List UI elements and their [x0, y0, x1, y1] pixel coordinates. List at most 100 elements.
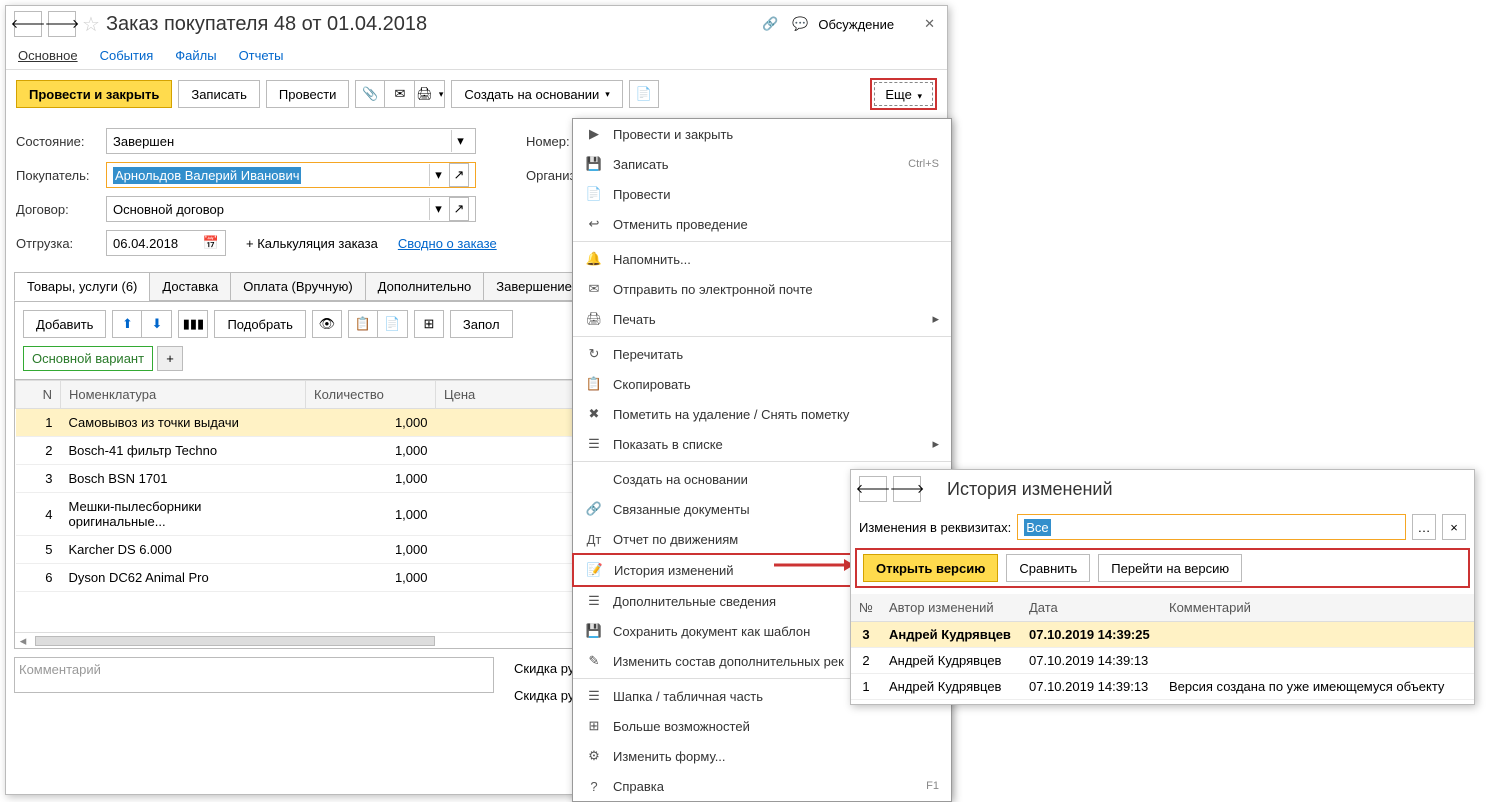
menu-icon: ✉ [585, 281, 603, 297]
buyer-input[interactable]: Арнольдов Валерий Иванович ▾ ↗ [106, 162, 476, 188]
menu-icon: ⚙ [585, 748, 603, 764]
stab-delivery[interactable]: Доставка [149, 272, 231, 301]
variant-button[interactable]: Основной вариант [23, 346, 153, 371]
move-up-button[interactable]: ⬆ [112, 310, 142, 338]
col-qty[interactable]: Количество [306, 381, 436, 409]
open-version-button[interactable]: Открыть версию [863, 554, 998, 582]
menu-item[interactable]: ↻Перечитать [573, 339, 951, 369]
hcol-date[interactable]: Дата [1021, 594, 1161, 622]
history-row[interactable]: 2Андрей Кудрявцев07.10.2019 14:39:13 [851, 648, 1474, 674]
menu-icon: ✎ [585, 653, 603, 669]
history-actions-highlight: Открыть версию Сравнить Перейти на верси… [855, 548, 1470, 588]
menu-icon: 💾 [585, 156, 603, 172]
menu-item[interactable]: 🖨Печать▸ [573, 304, 951, 334]
history-panel: 🡐 🡒 История изменений Изменения в реквиз… [850, 469, 1475, 705]
history-row[interactable]: 1Андрей Кудрявцев07.10.2019 14:39:13Верс… [851, 674, 1474, 700]
menu-item[interactable]: ☰Показать в списке▸ [573, 429, 951, 459]
menu-icon: ⊞ [585, 718, 603, 734]
col-name[interactable]: Номенклатура [61, 381, 306, 409]
add-variant-button[interactable]: + [157, 346, 183, 371]
save-button[interactable]: Записать [178, 80, 260, 108]
menu-icon: 🔗 [585, 501, 603, 517]
menu-item[interactable]: ⊞Больше возможностей [573, 711, 951, 741]
clip-button[interactable]: 📎 [355, 80, 385, 108]
stab-payment[interactable]: Оплата (Вручную) [230, 272, 365, 301]
doc-button[interactable]: 📄 [629, 80, 659, 108]
create-based-button[interactable]: Создать на основании▾ [451, 80, 622, 108]
link-icon[interactable]: 🔗 [758, 12, 782, 36]
calendar-icon[interactable]: 📅 [203, 235, 219, 251]
action-bar: Провести и закрыть Записать Провести 📎 ✉… [6, 70, 947, 118]
menu-item[interactable]: ▶Провести и закрыть [573, 119, 951, 149]
comment-input[interactable]: Комментарий [14, 657, 494, 693]
menu-item[interactable]: ⚙Изменить форму... [573, 741, 951, 771]
move-down-button[interactable]: ⬇ [142, 310, 172, 338]
post-close-button[interactable]: Провести и закрыть [16, 80, 172, 108]
stab-goods[interactable]: Товары, услуги (6) [14, 272, 150, 301]
nav-back-button[interactable]: 🡐 [14, 11, 42, 37]
menu-icon: ✖ [585, 406, 603, 422]
post-button[interactable]: Провести [266, 80, 350, 108]
filter-clear-button[interactable]: × [1442, 514, 1466, 540]
close-icon[interactable]: ✕ [920, 12, 939, 36]
number-label: Номер: [526, 134, 570, 149]
state-input[interactable]: Завершен▾ [106, 128, 476, 154]
star-icon[interactable]: ☆ [82, 12, 100, 37]
fill-button[interactable]: Запол [450, 310, 513, 338]
menu-item[interactable]: ✖Пометить на удаление / Снять пометку [573, 399, 951, 429]
grid-button[interactable]: ⊞ [414, 310, 444, 338]
nav-forward-button[interactable]: 🡒 [48, 11, 76, 37]
chevron-down-icon[interactable]: ▾ [451, 130, 469, 152]
compare-button[interactable]: Сравнить [1006, 554, 1090, 582]
paste-button[interactable]: 📄 [378, 310, 408, 338]
mail-button[interactable]: ✉ [385, 80, 415, 108]
col-n[interactable]: N [16, 381, 61, 409]
filter-input[interactable]: Все [1017, 514, 1406, 540]
chevron-down-icon[interactable]: ▾ [429, 198, 447, 220]
add-button[interactable]: Добавить [23, 310, 106, 338]
menu-item[interactable]: ?СправкаF1 [573, 771, 951, 801]
buyer-label: Покупатель: [16, 168, 96, 183]
nav-back-button[interactable]: 🡐 [859, 476, 887, 502]
tab-files[interactable]: Файлы [175, 48, 216, 63]
barcode-button[interactable]: ▮▮▮ [178, 310, 208, 338]
menu-icon: 📋 [585, 376, 603, 392]
hcol-n[interactable]: № [851, 594, 881, 622]
tab-reports[interactable]: Отчеты [239, 48, 284, 63]
filter-more-button[interactable]: … [1412, 514, 1436, 540]
discussion-icon[interactable]: 💬 [788, 12, 812, 36]
tab-events[interactable]: События [100, 48, 154, 63]
titlebar: 🡐 🡒 ☆ Заказ покупателя 48 от 01.04.2018 … [6, 6, 947, 42]
hcol-comment[interactable]: Комментарий [1161, 594, 1474, 622]
copy-button[interactable]: 📋 [348, 310, 378, 338]
menu-item[interactable]: 📄Провести [573, 179, 951, 209]
tab-main[interactable]: Основное [18, 48, 78, 63]
goto-version-button[interactable]: Перейти на версию [1098, 554, 1242, 582]
menu-icon: ☰ [585, 688, 603, 704]
open-ref-icon[interactable]: ↗ [449, 163, 469, 187]
more-button[interactable]: Еще ▾ [874, 82, 933, 106]
nav-forward-button[interactable]: 🡒 [893, 476, 921, 502]
ship-date-input[interactable]: 06.04.2018 📅 [106, 230, 226, 256]
view-button[interactable]: 👁 [312, 310, 342, 338]
discount-label2: Скидка ру [514, 688, 574, 703]
menu-icon: Дт [585, 531, 603, 547]
menu-item[interactable]: ✉Отправить по электронной почте [573, 274, 951, 304]
summary-link[interactable]: Сводно о заказе [398, 236, 497, 251]
menu-item[interactable]: 🔔Напомнить... [573, 244, 951, 274]
menu-icon: ? [585, 778, 603, 794]
stab-additional[interactable]: Дополнительно [365, 272, 485, 301]
contract-input[interactable]: Основной договор ▾ ↗ [106, 196, 476, 222]
menu-item[interactable]: ↩Отменить проведение [573, 209, 951, 239]
discussion-label[interactable]: Обсуждение [818, 17, 894, 32]
menu-item[interactable]: 📋Скопировать [573, 369, 951, 399]
menu-item[interactable]: 💾ЗаписатьCtrl+S [573, 149, 951, 179]
hcol-author[interactable]: Автор изменений [881, 594, 1021, 622]
print-button[interactable]: 🖨▾ [415, 80, 445, 108]
more-highlight: Еще ▾ [870, 78, 937, 110]
menu-icon: ↩ [585, 216, 603, 232]
open-ref-icon[interactable]: ↗ [449, 197, 469, 221]
chevron-down-icon[interactable]: ▾ [429, 164, 447, 186]
pick-button[interactable]: Подобрать [214, 310, 305, 338]
history-row[interactable]: 3Андрей Кудрявцев07.10.2019 14:39:25 [851, 622, 1474, 648]
